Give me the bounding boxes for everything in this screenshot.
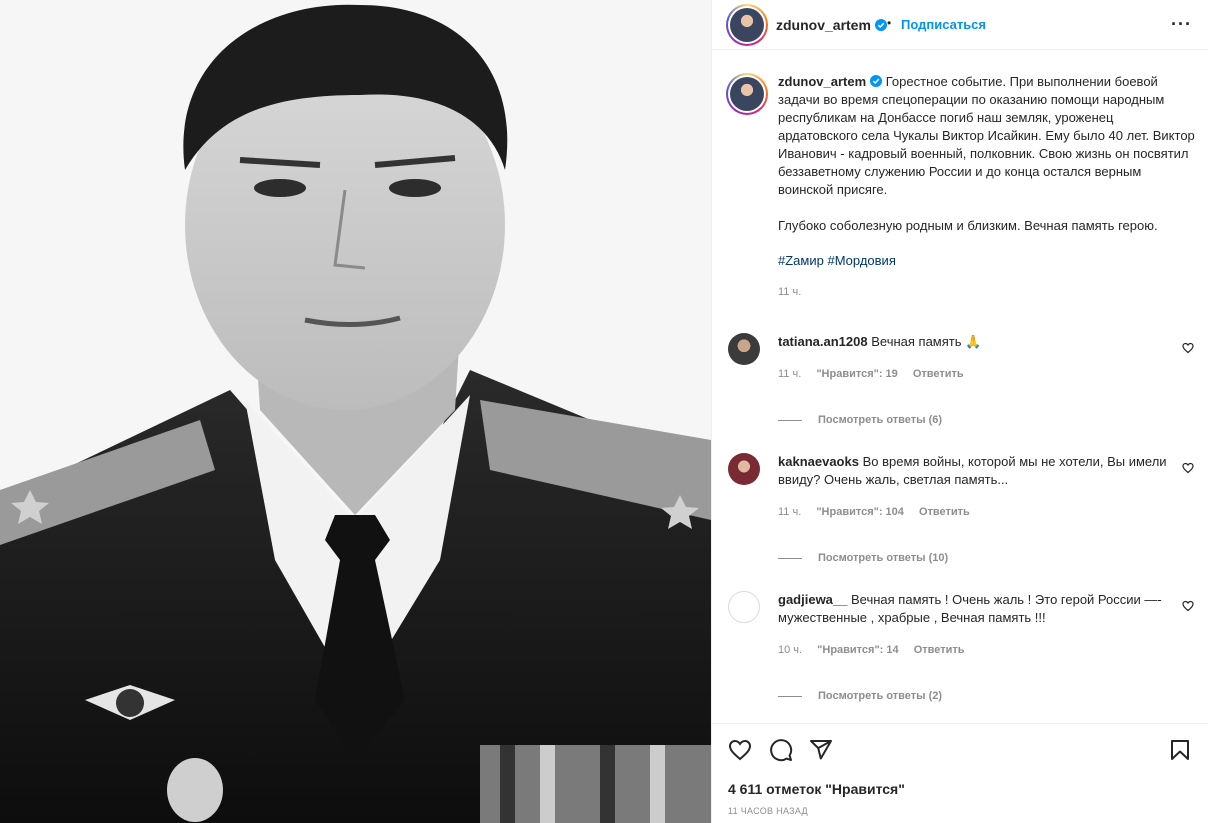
caption-text-1: Горестное событие. При выполнении боевой… [778,74,1195,197]
commenter-username[interactable]: gadjiewa__ [778,592,847,607]
comment-time[interactable]: 10 ч. [778,644,802,656]
verified-icon [874,19,887,31]
comments-area[interactable]: zdunov_artem Горестное событие. При выпо… [712,51,1208,723]
replies-line [778,557,802,559]
author-avatar[interactable] [726,4,768,46]
separator-dot: • [887,16,892,30]
commenter-username[interactable]: tatiana.an1208 [778,334,868,349]
likes-count[interactable]: 4 611 отметок "Нравится" [728,781,905,797]
reply-button[interactable]: Ответить [913,368,964,380]
view-replies-label[interactable]: Посмотреть ответы (2) [818,690,942,702]
comment-item: tatiana.an1208 Вечная память 🙏 11 ч. "Нр… [726,333,1196,380]
view-replies-label[interactable]: Посмотреть ответы (10) [818,552,948,564]
comment-time[interactable]: 11 ч. [778,368,801,380]
caption-body: zdunov_artem Горестное событие. При выпо… [778,73,1196,301]
post-photo[interactable] [0,0,711,823]
comment-heart-icon[interactable] [1182,342,1194,354]
caption-author-avatar[interactable] [726,73,768,115]
view-replies-button[interactable]: Посмотреть ответы (6) [778,414,942,426]
commenter-avatar[interactable] [728,333,760,365]
hashtag-zamir[interactable]: #Zамир [778,253,824,268]
follow-button[interactable]: Подписаться [901,17,986,32]
verified-icon [870,75,883,87]
commenter-username[interactable]: kaknaevaoks [778,454,859,469]
comment-heart-icon[interactable] [1182,600,1194,612]
comment-body: Вечная память 🙏 [871,334,982,349]
caption-time[interactable]: 11 ч. [778,283,1196,301]
author-username-text[interactable]: zdunov_artem [776,17,871,33]
hashtag-mordovia[interactable]: #Мордовия [827,253,895,268]
portrait-image [0,0,711,823]
heart-icon[interactable] [728,738,752,762]
reply-button[interactable]: Ответить [914,644,965,656]
comment-text: tatiana.an1208 Вечная память 🙏 [778,333,1168,351]
bookmark-icon[interactable] [1168,738,1192,762]
view-replies-label[interactable]: Посмотреть ответы (6) [818,414,942,426]
comment-heart-icon[interactable] [1182,462,1194,474]
comment-meta: 11 ч. "Нравится": 104 Ответить [778,506,1196,518]
caption-username[interactable]: zdunov_artem [778,74,866,89]
post-caption: zdunov_artem Горестное событие. При выпо… [726,73,1196,301]
comment-meta: 11 ч. "Нравится": 19 Ответить [778,368,1196,380]
comment-likes[interactable]: "Нравится": 104 [816,506,904,518]
commenter-avatar[interactable] [728,591,760,623]
replies-line [778,419,802,421]
comment-icon[interactable] [769,738,793,762]
posted-time[interactable]: 11 ЧАСОВ НАЗАД [728,806,808,816]
view-replies-button[interactable]: Посмотреть ответы (10) [778,552,948,564]
comment-text: kaknaevaoks Во время войны, которой мы н… [778,453,1168,489]
caption-text-2: Глубоко соболезную родным и близким. Веч… [778,218,1158,233]
more-icon[interactable]: ··· [1171,14,1192,35]
author-username[interactable]: zdunov_artem [776,17,887,33]
post-header: zdunov_artem • Подписаться ··· [712,0,1208,50]
comment-item: gadjiewa__ Вечная память ! Очень жаль ! … [726,591,1196,656]
replies-line [778,695,802,697]
post-actions: 4 611 отметок "Нравится" 11 ЧАСОВ НАЗАД [712,723,1208,823]
comment-item: kaknaevaoks Во время войны, которой мы н… [726,453,1196,518]
view-replies-button[interactable]: Посмотреть ответы (2) [778,690,942,702]
comment-likes[interactable]: "Нравится": 19 [816,368,897,380]
comment-likes[interactable]: "Нравится": 14 [817,644,898,656]
comment-meta: 10 ч. "Нравится": 14 Ответить [778,644,1196,656]
reply-button[interactable]: Ответить [919,506,970,518]
caption-hashtags: #Zамир #Мордовия [778,252,1196,270]
commenter-avatar[interactable] [728,453,760,485]
share-icon[interactable] [809,738,833,762]
post-side-panel: zdunov_artem • Подписаться ··· zdunov_ar… [711,0,1208,823]
comment-text: gadjiewa__ Вечная память ! Очень жаль ! … [778,591,1168,627]
comment-time[interactable]: 11 ч. [778,506,801,518]
